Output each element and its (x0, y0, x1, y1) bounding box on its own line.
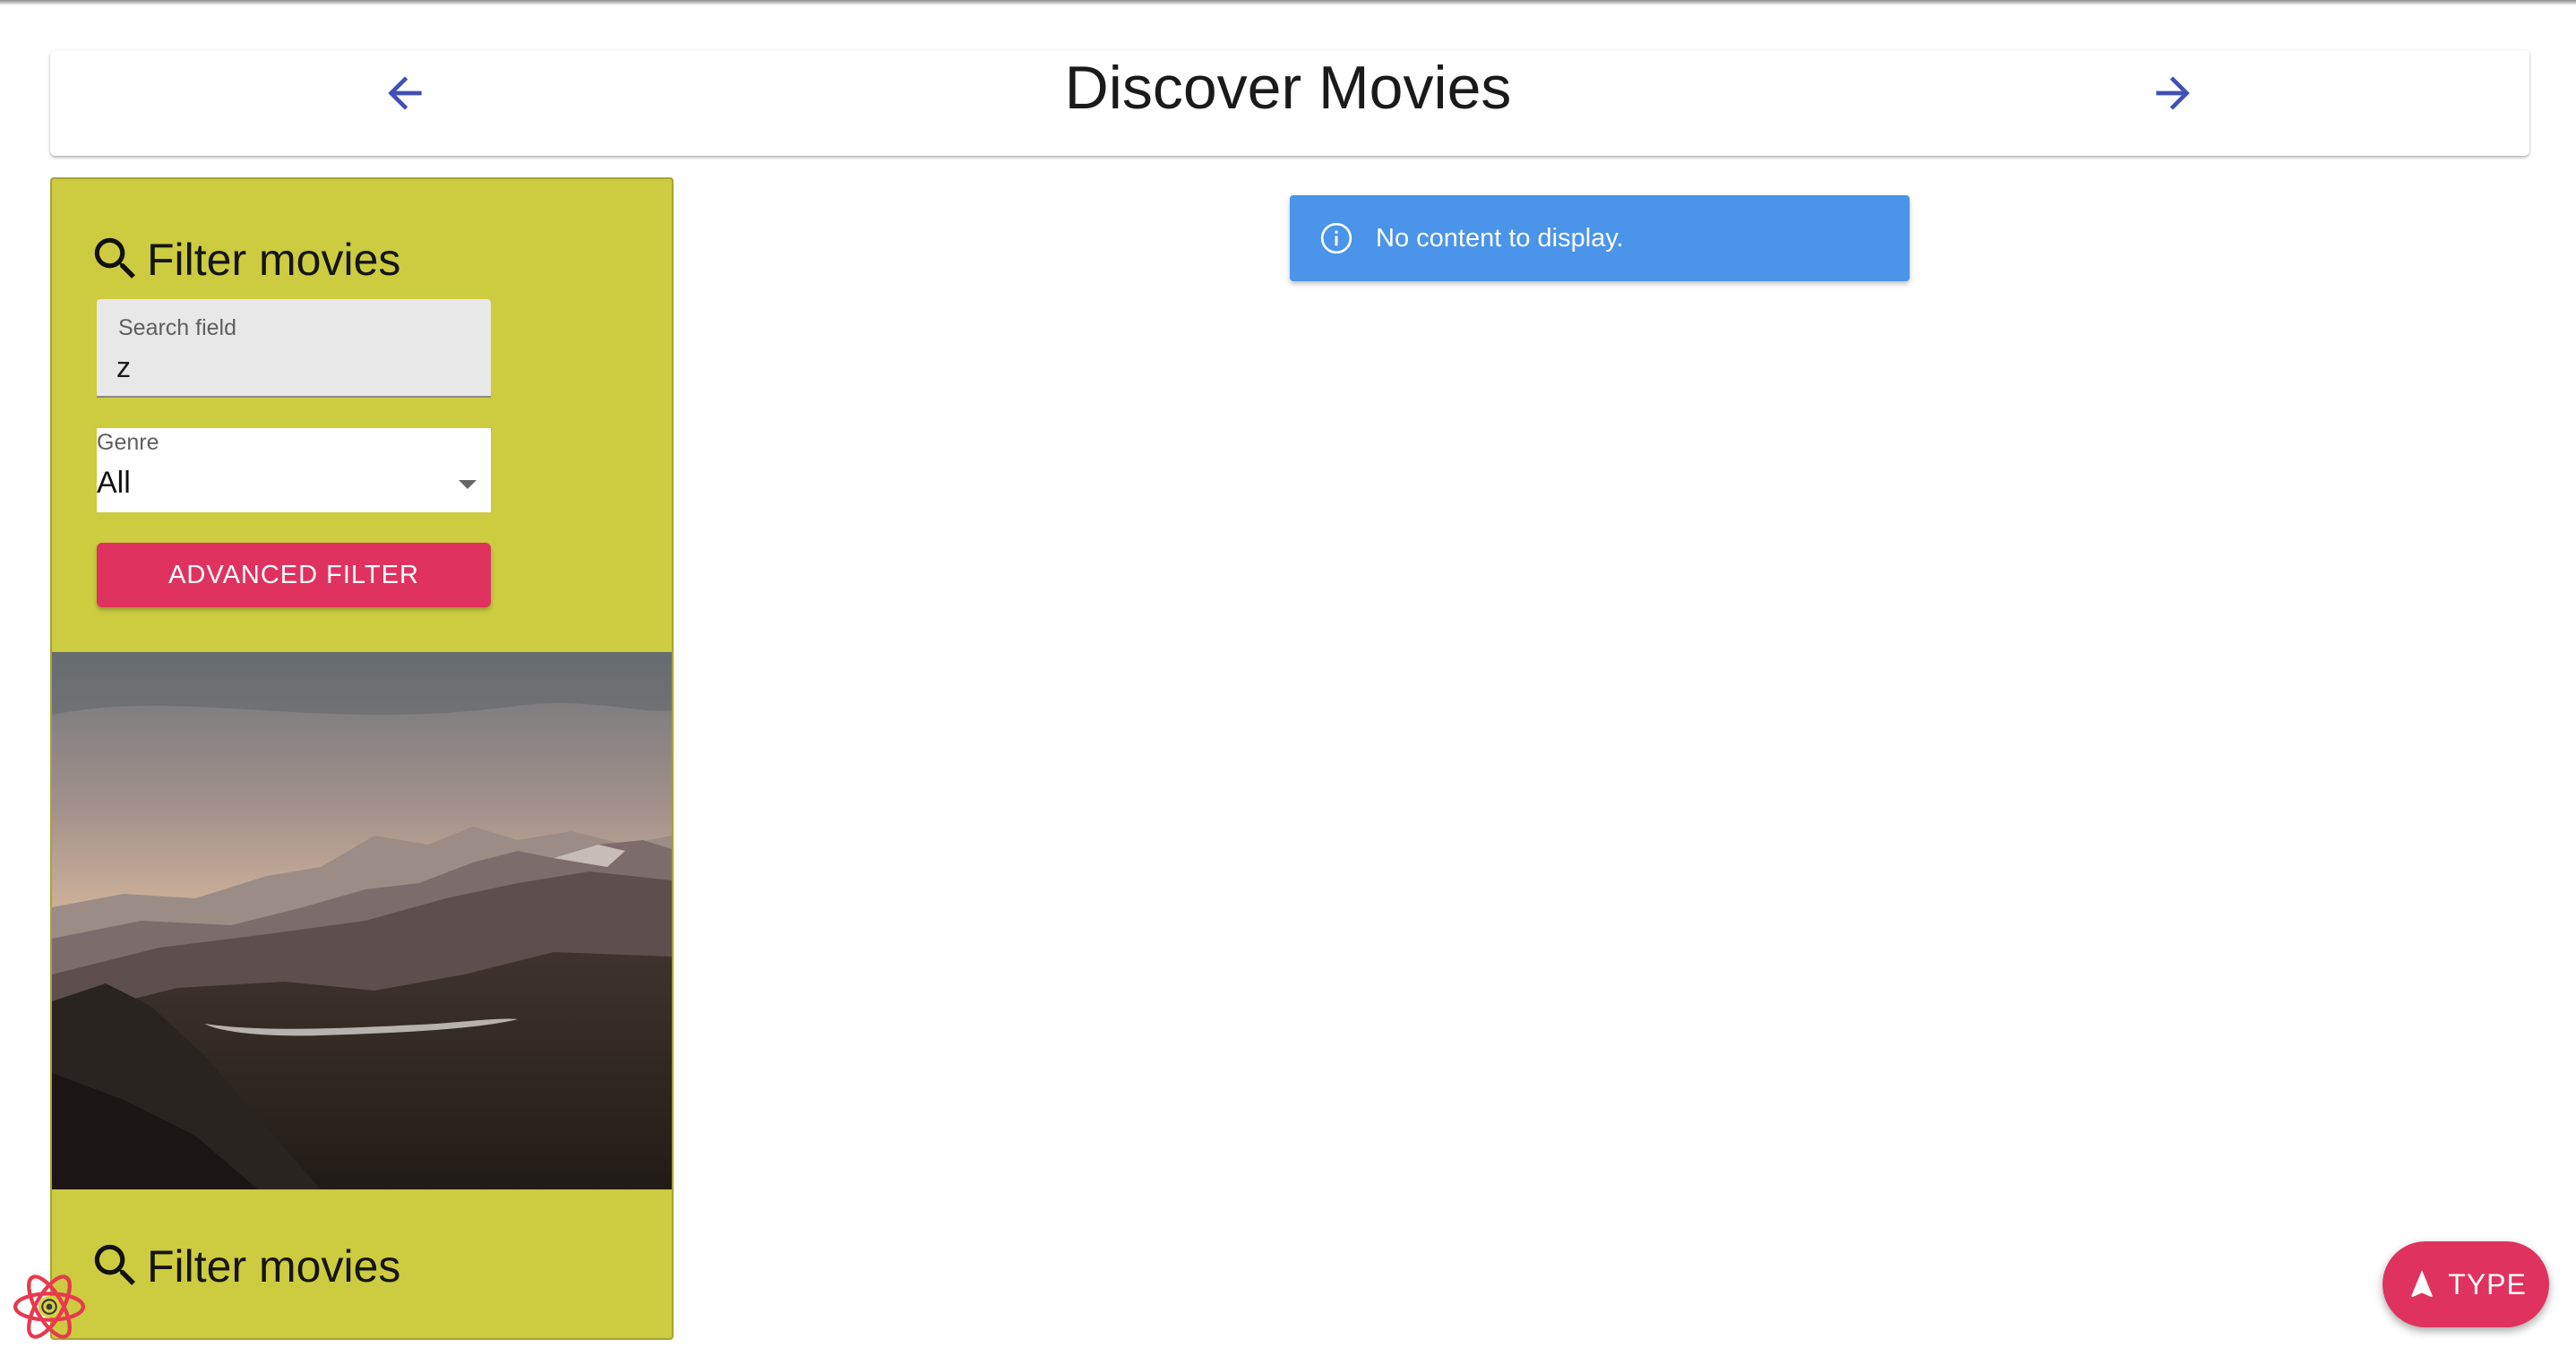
info-icon (1320, 222, 1352, 254)
filter-header: Filter movies (88, 215, 400, 287)
genre-selected-value: All (97, 466, 131, 500)
react-logo-icon[interactable] (11, 1268, 88, 1345)
filter-title: Filter movies (147, 235, 401, 285)
info-alert: No content to display. (1290, 195, 1910, 281)
chevron-down-icon (459, 480, 477, 489)
genre-label: Genre (97, 430, 159, 455)
search-field-label: Search field (118, 315, 237, 340)
top-shadow (0, 0, 2576, 5)
alert-message: No content to display. (1376, 223, 1624, 253)
search-field[interactable]: Search field (97, 299, 491, 398)
type-fab-label: TYPE (2448, 1267, 2527, 1300)
search-input[interactable] (116, 348, 466, 387)
advanced-filter-button[interactable]: ADVANCED FILTER (97, 543, 491, 607)
search-icon (94, 1244, 135, 1285)
genre-select[interactable]: Genre All (97, 428, 491, 512)
search-icon (94, 237, 135, 279)
mountain-landscape-image (52, 652, 672, 1189)
navigation-icon (2411, 1270, 2434, 1298)
filter-footer-header: Filter movies (88, 1222, 400, 1293)
type-fab-button[interactable]: TYPE (2383, 1241, 2549, 1327)
filter-card: Filter movies Search field Genre All ADV… (50, 177, 674, 1340)
filter-footer-title: Filter movies (147, 1241, 401, 1292)
arrow-forward-icon (2156, 76, 2190, 110)
forward-button[interactable] (2146, 66, 2200, 120)
